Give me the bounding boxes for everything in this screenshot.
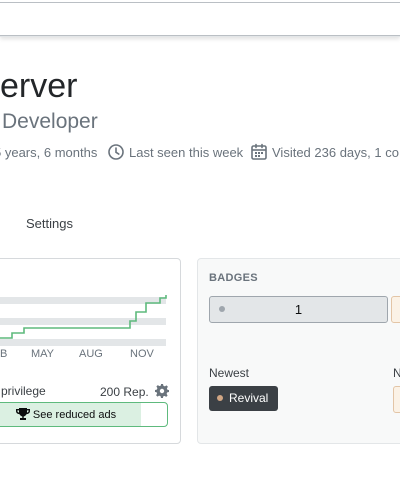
visited: Visited 236 days, 1 co [250, 141, 399, 163]
tab-settings[interactable]: Settings [26, 216, 73, 231]
visited-text: Visited 236 days, 1 co [272, 144, 399, 160]
trophy-icon [15, 408, 30, 420]
reputation-chart [0, 295, 167, 346]
chart-band [0, 339, 166, 346]
chart-band [0, 318, 166, 325]
privilege-label: privilege [1, 384, 46, 398]
newest-badge-partial[interactable] [393, 386, 400, 413]
badges-title: BADGES [209, 272, 258, 284]
privilege-button-label: See reduced ads [32, 408, 117, 421]
gear-icon[interactable] [155, 384, 170, 398]
badge-count-text: 1 [294, 302, 303, 317]
last-seen: Last seen this week [107, 141, 243, 163]
bronze-badge-icon [217, 395, 223, 401]
top-bar [0, 0, 400, 37]
chart-month-label: AUG [79, 348, 103, 360]
search-input[interactable] [0, 2, 400, 36]
newest-label-partial: N [393, 366, 400, 380]
profile-name: erver [0, 67, 78, 105]
privilege-rep-text: 200 Rep. [100, 385, 149, 399]
privilege-button-content: See reduced ads [0, 403, 141, 426]
clock-icon [108, 144, 124, 160]
chart-band [0, 297, 166, 304]
newest-label: Newest [209, 366, 250, 380]
badge-count-partial[interactable] [391, 296, 400, 323]
chart-month-label: B [0, 348, 8, 360]
chart-month-label: MAY [31, 348, 55, 360]
bronze-badge-count[interactable]: 1 [209, 296, 388, 323]
member-for: 5 years, 6 months [0, 141, 97, 163]
privilege-rep: 200 Rep. [100, 384, 170, 399]
newest-badge[interactable]: Revival [209, 386, 279, 411]
privilege-button[interactable]: See reduced ads [0, 402, 168, 427]
member-for-text: 5 years, 6 months [0, 144, 98, 160]
chart-month-label: NOV [130, 348, 154, 360]
last-seen-text: Last seen this week [129, 144, 244, 160]
newest-badge-label: Revival [229, 391, 269, 405]
badges-card [197, 258, 400, 444]
profile-role: Developer [2, 110, 98, 133]
calendar-icon [251, 143, 267, 160]
